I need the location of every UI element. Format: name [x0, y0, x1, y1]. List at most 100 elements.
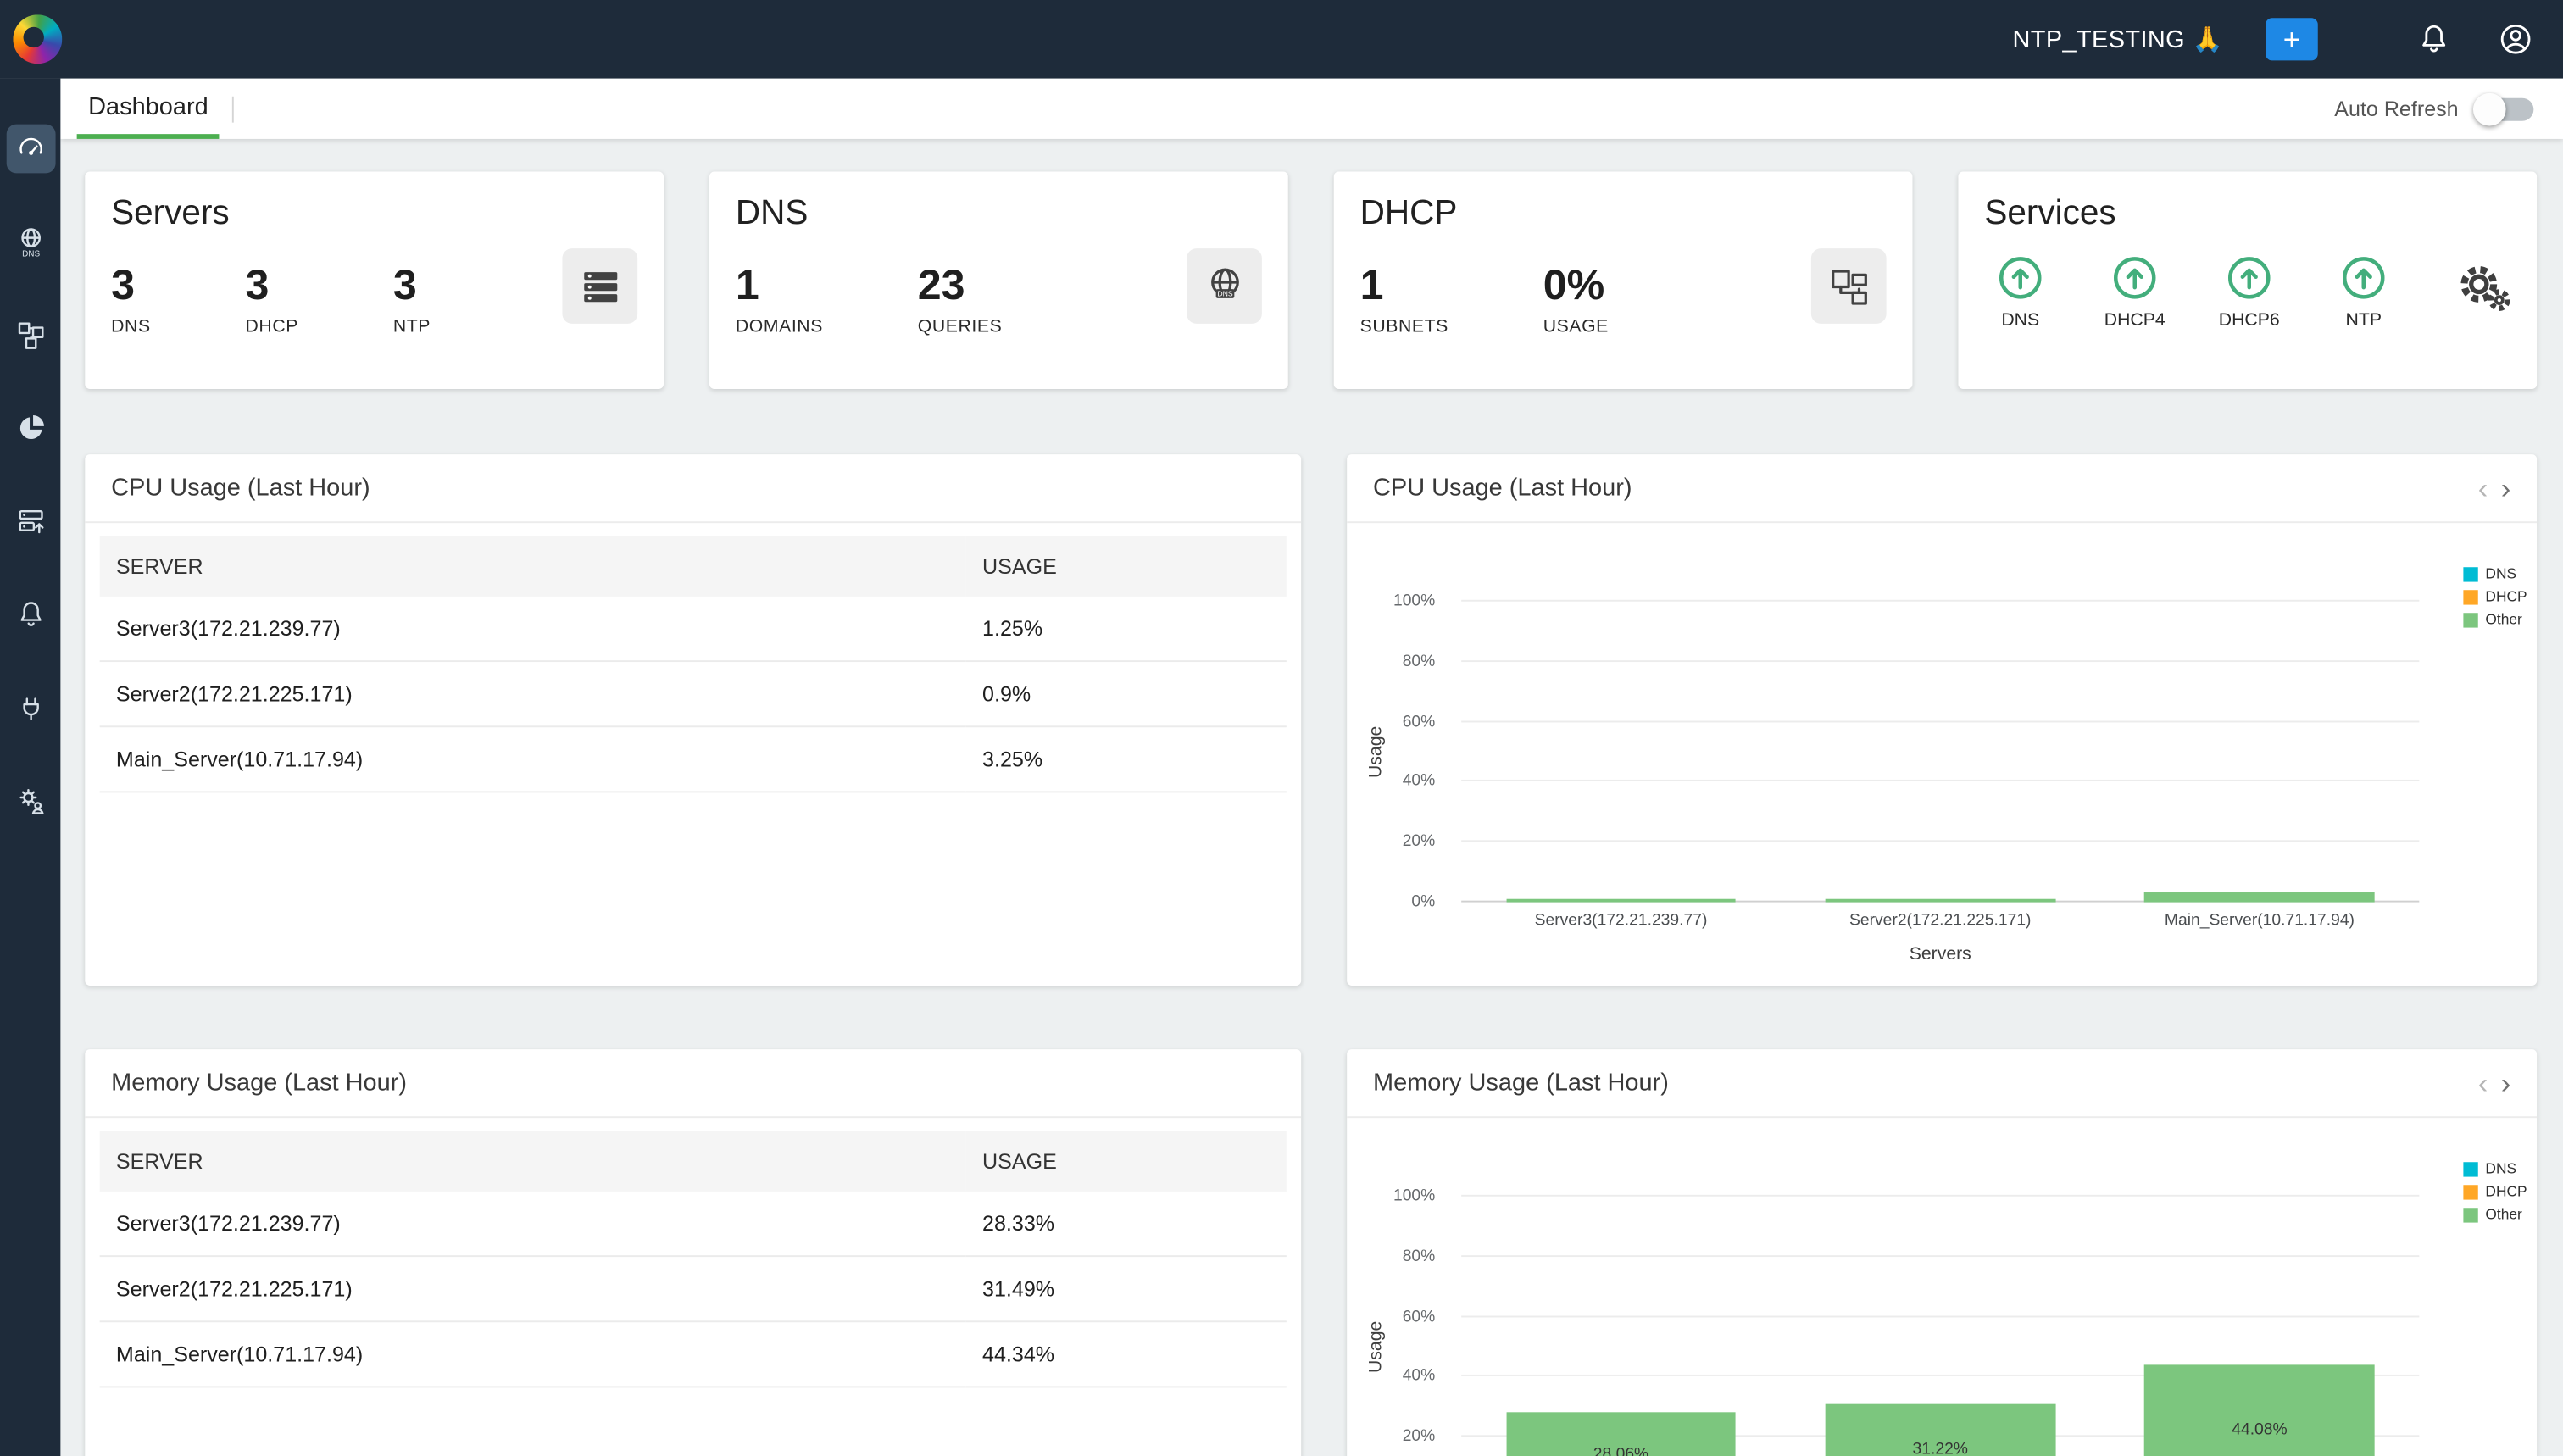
table-row[interactable]: Server3(172.21.239.77) 28.33%	[100, 1192, 1287, 1256]
chart-next-icon[interactable]: ›	[2501, 473, 2511, 503]
chart-legend: DNS DHCP Other	[2464, 565, 2527, 634]
auto-refresh-toggle[interactable]	[2478, 97, 2534, 120]
legend-item[interactable]: DHCP	[2464, 1183, 2527, 1199]
auto-refresh-label: Auto Refresh	[2334, 97, 2458, 121]
table-header-row: SERVER USAGE	[100, 536, 1287, 597]
x-axis: Server3(172.21.239.77)Server2(172.21.225…	[1461, 912, 2419, 935]
legend-item[interactable]: DNS	[2464, 1160, 2527, 1176]
legend-item[interactable]: Other	[2464, 611, 2527, 627]
dhcp-card-icon-box	[1811, 248, 1887, 324]
tab-dashboard[interactable]: Dashboard	[77, 79, 220, 139]
bar-segment[interactable]: 31.22%	[1826, 1403, 2055, 1456]
cpu-chart-title: CPU Usage (Last Hour)	[1373, 474, 1632, 502]
service-dhcp4[interactable]: DHCP4	[2099, 255, 2171, 331]
quick-add-button[interactable]: +	[2266, 18, 2318, 60]
legend-label: DNS	[2485, 1160, 2516, 1176]
sidebar-item-server-management[interactable]	[6, 497, 55, 546]
legend-swatch	[2464, 1161, 2478, 1175]
table-row[interactable]: Server2(172.21.225.171) 31.49%	[100, 1256, 1287, 1321]
memory-usage-table: SERVER USAGE Server3(172.21.239.77) 28.3…	[100, 1131, 1287, 1388]
services-card: Services DNS DHCP4 DHCP6	[1958, 172, 2537, 390]
legend-label: DHCP	[2485, 1183, 2527, 1199]
bar-segment[interactable]	[2144, 892, 2374, 903]
sidebar-item-administration[interactable]	[6, 776, 55, 825]
memory-row: Memory Usage (Last Hour) SERVER USAGE Se…	[85, 1049, 2537, 1456]
bar-segment[interactable]	[1826, 899, 2055, 902]
sidebar-item-integrations[interactable]	[6, 683, 55, 732]
y-tick-label: 20%	[1403, 1428, 1436, 1446]
servers-card-title: Servers	[111, 195, 637, 234]
y-tick-label: 100%	[1393, 592, 1435, 610]
y-tick-label: 100%	[1393, 1187, 1435, 1205]
bar-value-label: 31.22%	[1913, 1442, 1968, 1456]
memory-table-panel: Memory Usage (Last Hour) SERVER USAGE Se…	[85, 1049, 1301, 1456]
admin-gear-user-icon	[14, 785, 47, 818]
alarm-bell-icon	[14, 598, 47, 631]
legend-swatch	[2464, 589, 2478, 603]
cpu-usage-chart: Usage 0%20%40%60%80%100% Server3(172.21.…	[1347, 523, 2537, 986]
plot-area: 28.06% 31.22% 44.08%	[1461, 1197, 2419, 1456]
legend-label: DHCP	[2485, 588, 2527, 604]
dns-globe-icon: DNS	[1202, 264, 1246, 308]
bar-segment[interactable]: 28.06%	[1506, 1413, 1736, 1456]
organization-selector[interactable]: NTP_TESTING 🙏	[2012, 25, 2222, 54]
x-tick-label: Server3(172.21.239.77)	[1535, 912, 1708, 930]
table-row[interactable]: Server2(172.21.225.171) 0.9%	[100, 661, 1287, 726]
legend-swatch	[2464, 612, 2478, 626]
table-row[interactable]: Server3(172.21.239.77) 1.25%	[100, 597, 1287, 661]
svg-text:DNS: DNS	[1216, 289, 1232, 297]
tab-bar: Dashboard Auto Refresh	[60, 79, 2563, 139]
service-up-arrow-icon	[1998, 255, 2043, 301]
bar-group[interactable]: 44.08%	[2144, 1197, 2374, 1456]
chart-pagination: ‹ ›	[2478, 1068, 2511, 1098]
topbar-actions: NTP_TESTING 🙏 +	[2012, 18, 2533, 60]
y-tick-label: 40%	[1403, 773, 1436, 791]
sidebar-item-reports[interactable]	[6, 403, 55, 453]
legend-item[interactable]: Other	[2464, 1206, 2527, 1222]
legend-label: DNS	[2485, 565, 2516, 581]
bar-group[interactable]: 28.06%	[1506, 1197, 1736, 1456]
table-row[interactable]: Main_Server(10.71.17.94) 3.25%	[100, 726, 1287, 792]
y-tick-label: 80%	[1403, 1248, 1436, 1265]
notifications-bell-icon[interactable]	[2416, 21, 2451, 57]
bar-group[interactable]	[1826, 602, 2055, 903]
server-stack-icon	[14, 505, 47, 538]
dns-card: DNS 1 DOMAINS 23 QUERIES DNS	[709, 172, 1288, 390]
bar-group[interactable]	[1506, 602, 1736, 903]
dhcp-card: DHCP 1 SUBNETS 0% USAGE	[1334, 172, 1913, 390]
chart-prev-icon[interactable]: ‹	[2478, 1068, 2488, 1098]
services-card-title: Services	[1984, 195, 2510, 234]
app-logo[interactable]	[13, 14, 62, 64]
service-ntp[interactable]: NTP	[2327, 255, 2399, 331]
app-window: NTP_TESTING 🙏 + DNS	[0, 0, 2563, 1456]
servers-card: Servers 3 DNS 3 DHCP 3 NTP	[85, 172, 664, 390]
service-dns[interactable]: DNS	[1984, 255, 2056, 331]
legend-item[interactable]: DNS	[2464, 565, 2527, 581]
legend-item[interactable]: DHCP	[2464, 588, 2527, 604]
svg-text:DNS: DNS	[21, 249, 39, 258]
tab-divider	[233, 96, 235, 122]
bar-group[interactable]: 31.22%	[1826, 1197, 2055, 1456]
memory-usage-chart: Usage 0%20%40%60%80%100% 28.06%31.22%44.…	[1347, 1118, 2537, 1456]
sidebar-item-ipam[interactable]	[6, 310, 55, 359]
bar-segment[interactable]: 44.08%	[2144, 1364, 2374, 1456]
cpu-usage-table: SERVER USAGE Server3(172.21.239.77) 1.25…	[100, 536, 1287, 793]
bar-group[interactable]	[2144, 602, 2374, 903]
account-avatar-icon[interactable]	[2498, 21, 2533, 57]
toggle-knob	[2473, 92, 2506, 125]
stat-ntp-servers: 3 NTP	[393, 264, 431, 337]
bar-segment[interactable]	[1506, 898, 1736, 902]
chart-prev-icon[interactable]: ‹	[2478, 473, 2488, 503]
sidebar-item-global-dns[interactable]: DNS	[6, 218, 55, 267]
y-axis: 0%20%40%60%80%100%	[1347, 602, 1448, 903]
y-tick-label: 0%	[1411, 893, 1435, 911]
sidebar-item-alarms[interactable]	[6, 590, 55, 639]
chart-next-icon[interactable]: ›	[2501, 1068, 2511, 1098]
service-up-arrow-icon	[2112, 255, 2158, 301]
column-server: SERVER	[100, 1131, 966, 1192]
dns-card-icon-box: DNS	[1187, 248, 1262, 324]
service-dhcp6[interactable]: DHCP6	[2213, 255, 2285, 331]
y-tick-label: 60%	[1403, 713, 1436, 731]
table-row[interactable]: Main_Server(10.71.17.94) 44.34%	[100, 1321, 1287, 1387]
sidebar-item-dashboard[interactable]	[6, 125, 55, 174]
